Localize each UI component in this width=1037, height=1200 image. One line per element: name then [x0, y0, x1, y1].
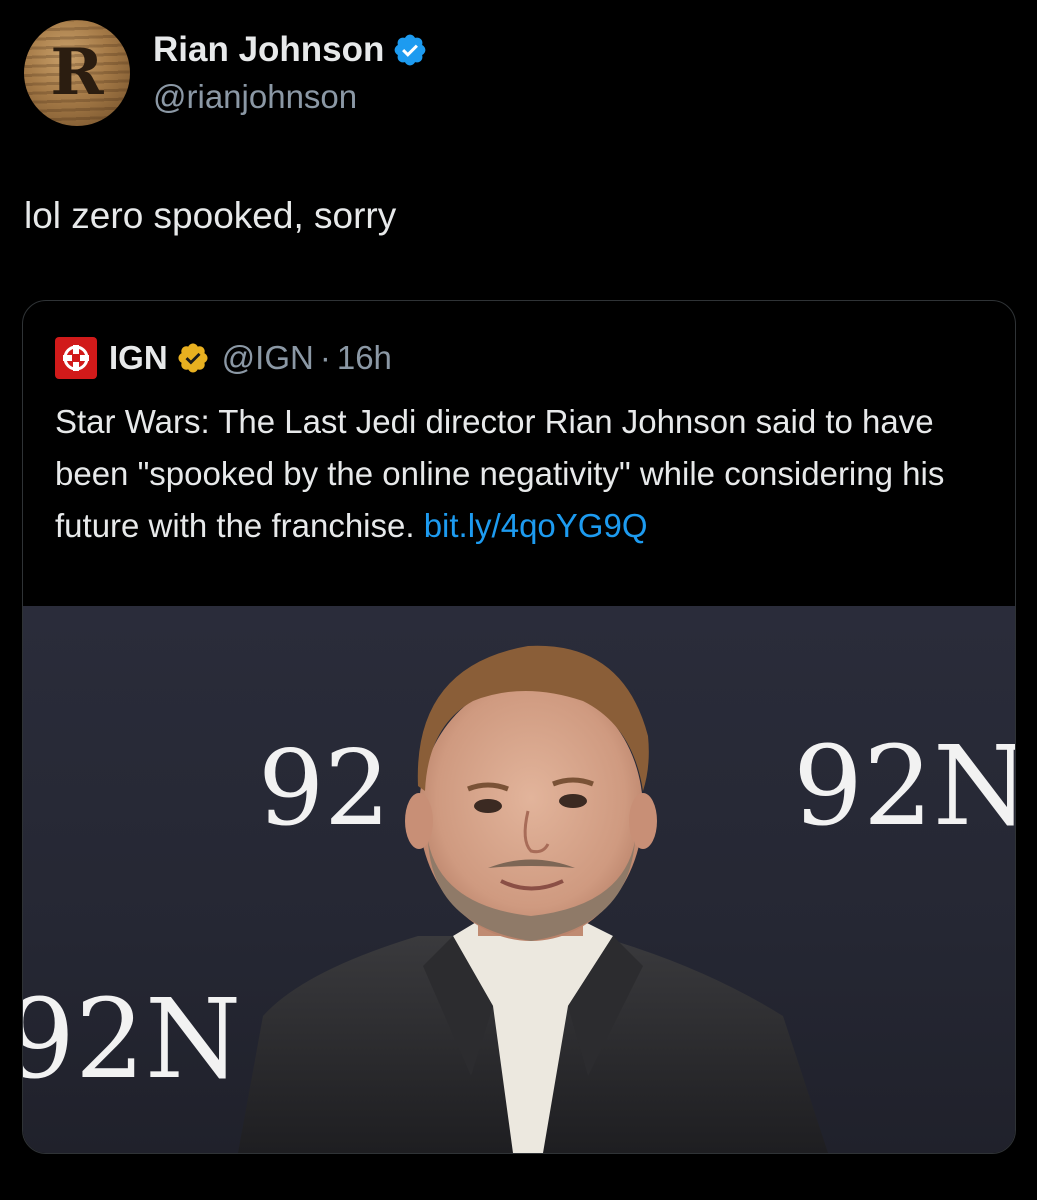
verified-badge-icon [395, 34, 426, 66]
author-avatar[interactable]: R [24, 20, 130, 126]
avatar-letter: R [50, 35, 104, 110]
ign-logo-icon[interactable] [55, 337, 97, 379]
author-display-name-row[interactable]: Rian Johnson [153, 30, 428, 70]
gold-verified-badge-icon [178, 343, 208, 373]
quoted-tweet-card[interactable]: IGN @IGN · 16h Star Wars: The Last Jedi … [22, 300, 1016, 1154]
person-photo [238, 645, 828, 1153]
author-names: Rian Johnson @rianjohnson [153, 30, 428, 116]
quoted-tweet-image[interactable]: 92 92N 92N [23, 606, 1015, 1153]
tweet-author-header: R Rian Johnson @rianjohnson [24, 20, 428, 126]
tweet-text: lol zero spooked, sorry [24, 195, 397, 236]
quoted-separator: · [319, 339, 331, 376]
quoted-timestamp[interactable]: 16h [337, 339, 392, 377]
quoted-author-name[interactable]: IGN [109, 339, 168, 377]
author-handle[interactable]: @rianjohnson [153, 78, 428, 116]
author-display-name[interactable]: Rian Johnson [153, 30, 384, 70]
quoted-author-handle[interactable]: @IGN [222, 339, 314, 377]
quoted-tweet-text: Star Wars: The Last Jedi director Rian J… [55, 396, 985, 552]
quoted-tweet-header: IGN @IGN · 16h [55, 337, 392, 379]
quoted-tweet-link[interactable]: bit.ly/4qoYG9Q [424, 507, 648, 544]
